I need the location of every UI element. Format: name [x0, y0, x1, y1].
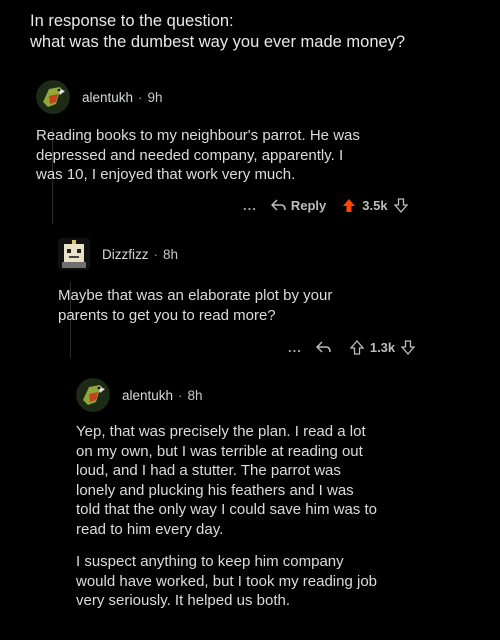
comment-text-line: parents to get you to read more?	[58, 306, 276, 324]
comment-text-line: read to him every day.	[76, 520, 224, 538]
post-header: In response to the question: what was th…	[30, 11, 405, 53]
avatar[interactable]	[36, 80, 70, 114]
vote-score: 1.3k	[369, 340, 396, 355]
comment-meta: Dizzfizz · 8h	[58, 238, 478, 270]
comment-text-line: I suspect anything to keep him company	[76, 553, 344, 570]
downvote-arrow-icon[interactable]	[393, 198, 408, 213]
reply-button[interactable]: Reply	[271, 198, 326, 213]
downvote-arrow-icon[interactable]	[401, 340, 416, 355]
comment-dizzfizz: Dizzfizz · 8h Maybe that was an elaborat…	[58, 238, 478, 325]
timestamp: 8h	[187, 387, 203, 403]
comment-alentukh-reply: alentukh · 8h Yep, that was precisely th…	[76, 378, 486, 611]
separator-dot: ·	[153, 246, 159, 262]
username[interactable]: alentukh	[82, 90, 133, 105]
comment-body: Maybe that was an elaborate plot by your…	[58, 286, 478, 325]
comment-text-line: depressed and needed company, apparently…	[36, 146, 344, 164]
comment-actions: ... 1.3k	[288, 340, 416, 355]
reply-arrow-icon	[316, 341, 331, 353]
more-options-button[interactable]: ...	[288, 340, 302, 355]
avatar[interactable]	[58, 238, 90, 270]
robot-avatar-icon	[58, 238, 90, 270]
comment-alentukh-top: alentukh · 9h Reading books to my neighb…	[36, 80, 476, 185]
upvote-arrow-icon[interactable]	[342, 198, 356, 213]
comment-meta: alentukh · 8h	[76, 378, 486, 412]
comment-text-line: was 10, I enjoyed that work very much.	[36, 166, 296, 183]
comment-body: Reading books to my neighbour's parrot. …	[36, 126, 476, 185]
timestamp: 8h	[163, 246, 179, 262]
reply-arrow-icon	[271, 199, 286, 211]
separator-dot: ·	[138, 89, 143, 105]
header-line-2: what was the dumbest way you ever made m…	[30, 33, 406, 51]
comment-actions: ... Reply 3.5k	[243, 198, 408, 213]
comment-text-line: loud, and I had a stutter. The parrot wa…	[76, 462, 341, 479]
comment-text-line: Yep, that was precisely the plan. I read…	[76, 423, 366, 440]
reply-button[interactable]	[316, 341, 336, 354]
more-options-button[interactable]: ...	[243, 198, 257, 213]
parrot-avatar-icon	[36, 80, 70, 114]
parrot-avatar-icon	[76, 378, 110, 412]
comment-text-line: on my own, but I was terrible at reading…	[76, 442, 363, 460]
vote-score: 3.5k	[362, 198, 388, 213]
username[interactable]: alentukh	[122, 388, 173, 403]
comment-text-line: very seriously. It helped us both.	[76, 592, 290, 609]
comment-text-line: would have worked, but I took my reading…	[76, 572, 378, 590]
comment-text-line: told that the only way I could save him …	[76, 501, 377, 518]
comment-text-line: Reading books to my neighbour's parrot. …	[36, 127, 360, 144]
comment-body: Yep, that was precisely the plan. I read…	[76, 422, 486, 611]
header-line-1: In response to the question:	[30, 12, 234, 30]
timestamp: 9h	[147, 89, 163, 105]
comment-text-line: lonely and plucking his feathers and I w…	[76, 481, 354, 499]
upvote-arrow-icon[interactable]	[349, 340, 364, 355]
separator-dot: ·	[178, 387, 183, 403]
comment-text-line: Maybe that was an elaborate plot by your	[58, 287, 333, 304]
avatar[interactable]	[76, 378, 110, 412]
comment-meta: alentukh · 9h	[36, 80, 476, 114]
reply-label: Reply	[290, 198, 327, 213]
username[interactable]: Dizzfizz	[102, 247, 149, 262]
